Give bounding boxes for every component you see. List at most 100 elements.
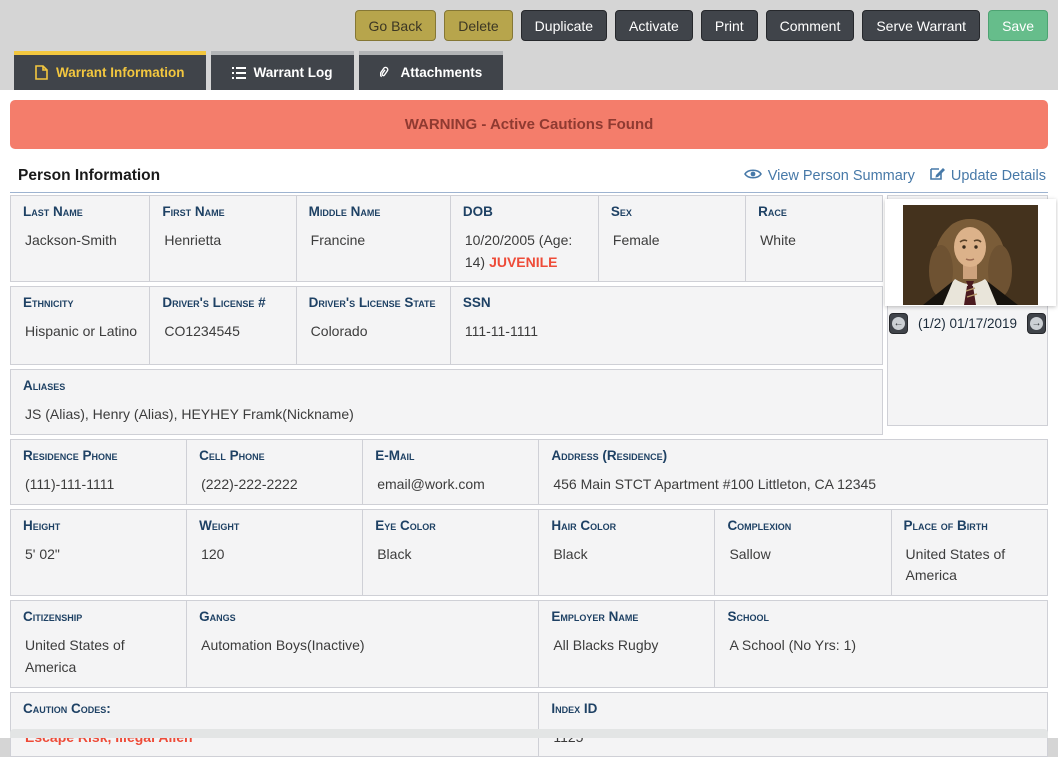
page-title: Person Information	[18, 167, 160, 185]
field-label: Weight	[199, 518, 350, 533]
field-value: (111)-111-1111	[23, 474, 174, 496]
field-value: Female	[611, 230, 733, 252]
field-value: Sallow	[727, 544, 878, 566]
previous-photo-button[interactable]: ←	[889, 313, 908, 334]
field-hair-color: Hair Color Black	[539, 510, 715, 595]
photo-pager: ← (1/2) 01/17/2019 →	[889, 313, 1046, 334]
duplicate-button[interactable]: Duplicate	[521, 10, 607, 41]
field-gangs: Gangs Automation Boys(Inactive)	[187, 601, 539, 686]
field-label: Residence Phone	[23, 448, 174, 463]
field-value: 5' 02"	[23, 544, 174, 566]
field-label: Citizenship	[23, 609, 174, 624]
field-label: Hair Color	[551, 518, 702, 533]
field-value: (222)-222-2222	[199, 474, 350, 496]
field-value: Francine	[309, 230, 438, 252]
field-last-name: Last Name Jackson-Smith	[11, 196, 150, 281]
view-person-summary-link[interactable]: View Person Summary	[744, 168, 915, 184]
field-value: A School (No Yrs: 1)	[727, 635, 1035, 657]
field-label: Driver's License State	[309, 295, 438, 310]
table-row: Citizenship United States of America Gan…	[10, 600, 1048, 687]
save-button[interactable]: Save	[988, 10, 1048, 41]
tab-label: Warrant Log	[254, 65, 333, 80]
field-value: United States of America	[23, 635, 174, 678]
active-cautions-warning-banner: WARNING - Active Cautions Found	[10, 100, 1048, 149]
field-dob: DOB 10/20/2005 (Age: 14)JUVENILE	[451, 196, 599, 281]
field-residence-phone: Residence Phone (111)-111-1111	[11, 440, 187, 504]
field-race: Race White	[746, 196, 882, 281]
table-row: Ethnicity Hispanic or Latino Driver's Li…	[10, 286, 883, 365]
field-aliases: Aliases JS (Alias), Henry (Alias), HEYHE…	[11, 370, 882, 434]
table-row: Last Name Jackson-Smith First Name Henri…	[10, 195, 883, 282]
field-label: Aliases	[23, 378, 870, 393]
serve-warrant-button[interactable]: Serve Warrant	[862, 10, 980, 41]
update-details-link[interactable]: Update Details	[930, 166, 1046, 185]
field-school: School A School (No Yrs: 1)	[715, 601, 1047, 686]
field-value: CO1234545	[162, 321, 283, 343]
field-label: Index ID	[551, 701, 1035, 716]
field-value: 120	[199, 544, 350, 566]
tab-warrant-log[interactable]: Warrant Log	[211, 51, 354, 90]
print-button[interactable]: Print	[701, 10, 758, 41]
field-cell-phone: Cell Phone (222)-222-2222	[187, 440, 363, 504]
field-value: Automation Boys(Inactive)	[199, 635, 526, 657]
tab-warrant-information[interactable]: Warrant Information	[14, 51, 206, 90]
table-row: Residence Phone (111)-111-1111 Cell Phon…	[10, 439, 1048, 505]
paperclip-icon	[380, 66, 393, 80]
field-employer-name: Employer Name All Blacks Rugby	[539, 601, 715, 686]
tab-bar: Warrant Information Warrant Log Attachme…	[14, 51, 503, 90]
field-label: Race	[758, 204, 870, 219]
tab-attachments[interactable]: Attachments	[359, 51, 504, 90]
document-icon	[35, 65, 48, 80]
next-photo-button[interactable]: →	[1027, 313, 1046, 334]
field-label: Address (Residence)	[551, 448, 1035, 463]
comment-button[interactable]: Comment	[766, 10, 855, 41]
action-toolbar: Go Back Delete Duplicate Activate Print …	[355, 10, 1049, 41]
field-eye-color: Eye Color Black	[363, 510, 539, 595]
field-value: United States of America	[904, 544, 1035, 587]
field-value: Colorado	[309, 321, 438, 343]
field-label: Driver's License #	[162, 295, 283, 310]
field-label: Middle Name	[309, 204, 438, 219]
field-middle-name: Middle Name Francine	[297, 196, 451, 281]
field-drivers-license-number: Driver's License # CO1234545	[150, 287, 296, 364]
field-weight: Weight 120	[187, 510, 363, 595]
person-photo-cell: ← (1/2) 01/17/2019 →	[887, 195, 1048, 426]
field-label: Gangs	[199, 609, 526, 624]
field-value: 10/20/2005 (Age: 14)JUVENILE	[463, 230, 586, 273]
field-value: 111-11-1111	[463, 321, 870, 343]
field-label: DOB	[463, 204, 586, 219]
left-arrow-icon: ←	[892, 317, 905, 330]
field-caution-codes: Caution Codes: Escape Risk, Illegal Alie…	[11, 693, 539, 757]
field-label: Cell Phone	[199, 448, 350, 463]
link-label: View Person Summary	[768, 168, 915, 184]
field-label: Caution Codes:	[23, 701, 526, 716]
link-label: Update Details	[951, 168, 1046, 184]
field-label: Employer Name	[551, 609, 702, 624]
edit-icon	[930, 166, 945, 185]
table-row: Caution Codes: Escape Risk, Illegal Alie…	[10, 692, 1048, 757]
field-label: Sex	[611, 204, 733, 219]
field-complexion: Complexion Sallow	[715, 510, 891, 595]
person-details-table: Last Name Jackson-Smith First Name Henri…	[10, 192, 1048, 757]
field-sex: Sex Female	[599, 196, 746, 281]
field-value: Black	[375, 544, 526, 566]
field-label: Last Name	[23, 204, 137, 219]
field-value: email@work.com	[375, 474, 526, 496]
field-citizenship: Citizenship United States of America	[11, 601, 187, 686]
field-place-of-birth: Place of Birth United States of America	[892, 510, 1047, 595]
field-label: First Name	[162, 204, 283, 219]
field-value: Hispanic or Latino	[23, 321, 137, 343]
delete-button[interactable]: Delete	[444, 10, 512, 41]
field-address-residence: Address (Residence) 456 Main STCT Apartm…	[539, 440, 1047, 504]
tab-label: Attachments	[401, 65, 483, 80]
field-value: Henrietta	[162, 230, 283, 252]
activate-button[interactable]: Activate	[615, 10, 693, 41]
field-label: Eye Color	[375, 518, 526, 533]
field-value: 456 Main STCT Apartment #100 Littleton, …	[551, 474, 1035, 496]
field-value: Jackson-Smith	[23, 230, 137, 252]
person-photo	[903, 205, 1038, 305]
warrant-information-panel: WARNING - Active Cautions Found Person I…	[0, 90, 1058, 738]
field-label: Place of Birth	[904, 518, 1035, 533]
table-row: Aliases JS (Alias), Henry (Alias), HEYHE…	[10, 369, 883, 435]
go-back-button[interactable]: Go Back	[355, 10, 437, 41]
